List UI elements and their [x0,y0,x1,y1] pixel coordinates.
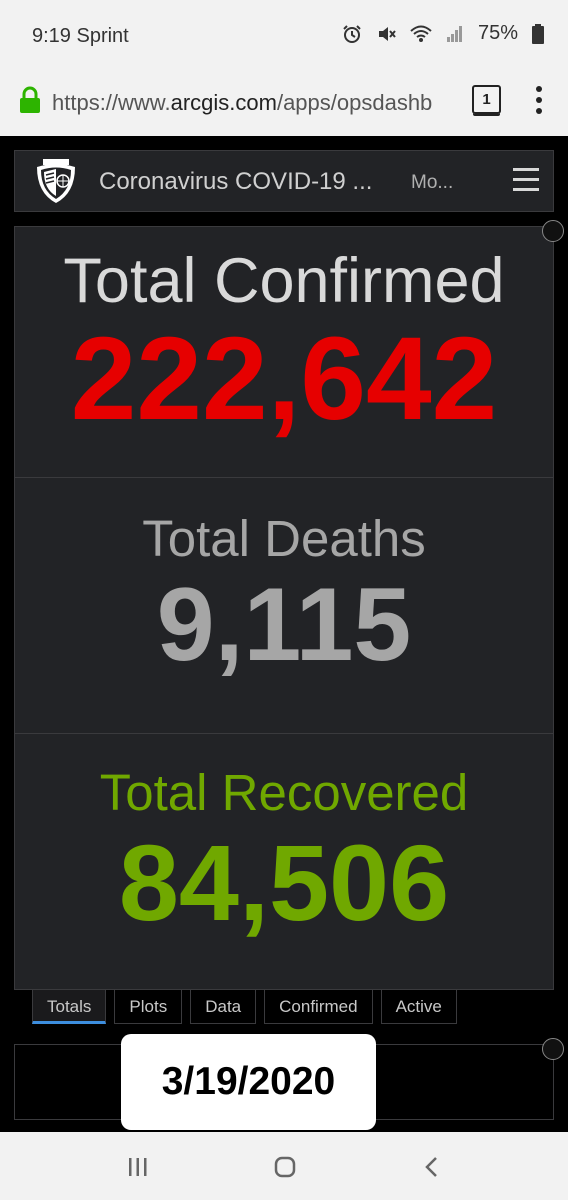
expand-icon[interactable] [542,220,564,242]
url-domain: arcgis.com [170,90,277,115]
totals-panel: Total Confirmed 222,642 Total Deaths 9,1… [14,226,554,990]
tab-plots[interactable]: Plots [114,990,183,1024]
deaths-label: Total Deaths [142,510,426,567]
signal-icon [446,25,462,42]
recovered-value: 84,506 [118,822,450,943]
battery-icon [532,23,544,44]
jhu-shield-logo-icon [37,159,75,203]
divider [15,477,553,478]
browser-menu-icon[interactable] [534,86,544,116]
url-prefix: https://www. [52,90,171,115]
tab-switcher-button[interactable]: 1 [472,85,501,114]
tab-totals[interactable]: Totals [32,990,107,1024]
expand-icon[interactable] [542,1038,564,1060]
recovered-block: Total Recovered 84,506 [15,763,553,945]
deaths-value: 9,115 [156,567,412,683]
tab-confirmed[interactable]: Confirmed [264,990,373,1024]
wifi-icon [410,25,432,42]
dashboard-tabs: Totals Plots Data Confirmed Active [32,990,457,1026]
dashboard-subtitle: Mo... [411,172,454,193]
android-nav-bar [0,1132,568,1200]
dashboard-title: Coronavirus COVID-19 ... [99,168,373,195]
url-field[interactable]: https://www.arcgis.com/apps/opsdashb [52,86,456,120]
hamburger-menu-icon[interactable] [513,168,539,192]
confirmed-value: 222,642 [70,313,498,445]
confirmed-label: Total Confirmed [63,246,505,316]
deaths-block: Total Deaths 9,115 [15,509,553,685]
battery-percent: 75% [477,22,518,44]
tab-active[interactable]: Active [380,990,457,1024]
status-time-carrier: 9:19 Sprint [32,25,129,47]
dashboard: Coronavirus COVID-19 ... Mo... Total Con… [0,136,568,1132]
back-icon[interactable] [424,1156,440,1178]
recent-apps-icon[interactable] [128,1158,148,1176]
url-path: /apps/opsdashb [276,90,433,115]
browser-url-bar: https://www.arcgis.com/apps/opsdashb 1 [0,72,568,137]
home-icon[interactable] [274,1156,296,1178]
recovered-label: Total Recovered [99,764,469,821]
alarm-icon [343,24,361,43]
date-overlay: 3/19/2020 [121,1034,376,1130]
confirmed-block: Total Confirmed 222,642 [15,245,553,447]
divider [15,733,553,734]
tab-data[interactable]: Data [190,990,257,1024]
status-bar: 9:19 Sprint 75% [0,0,568,72]
lock-icon [20,86,40,113]
mute-icon [378,26,396,41]
dashboard-header: Coronavirus COVID-19 ... Mo... [14,150,554,212]
status-icons: 75% [342,22,544,45]
